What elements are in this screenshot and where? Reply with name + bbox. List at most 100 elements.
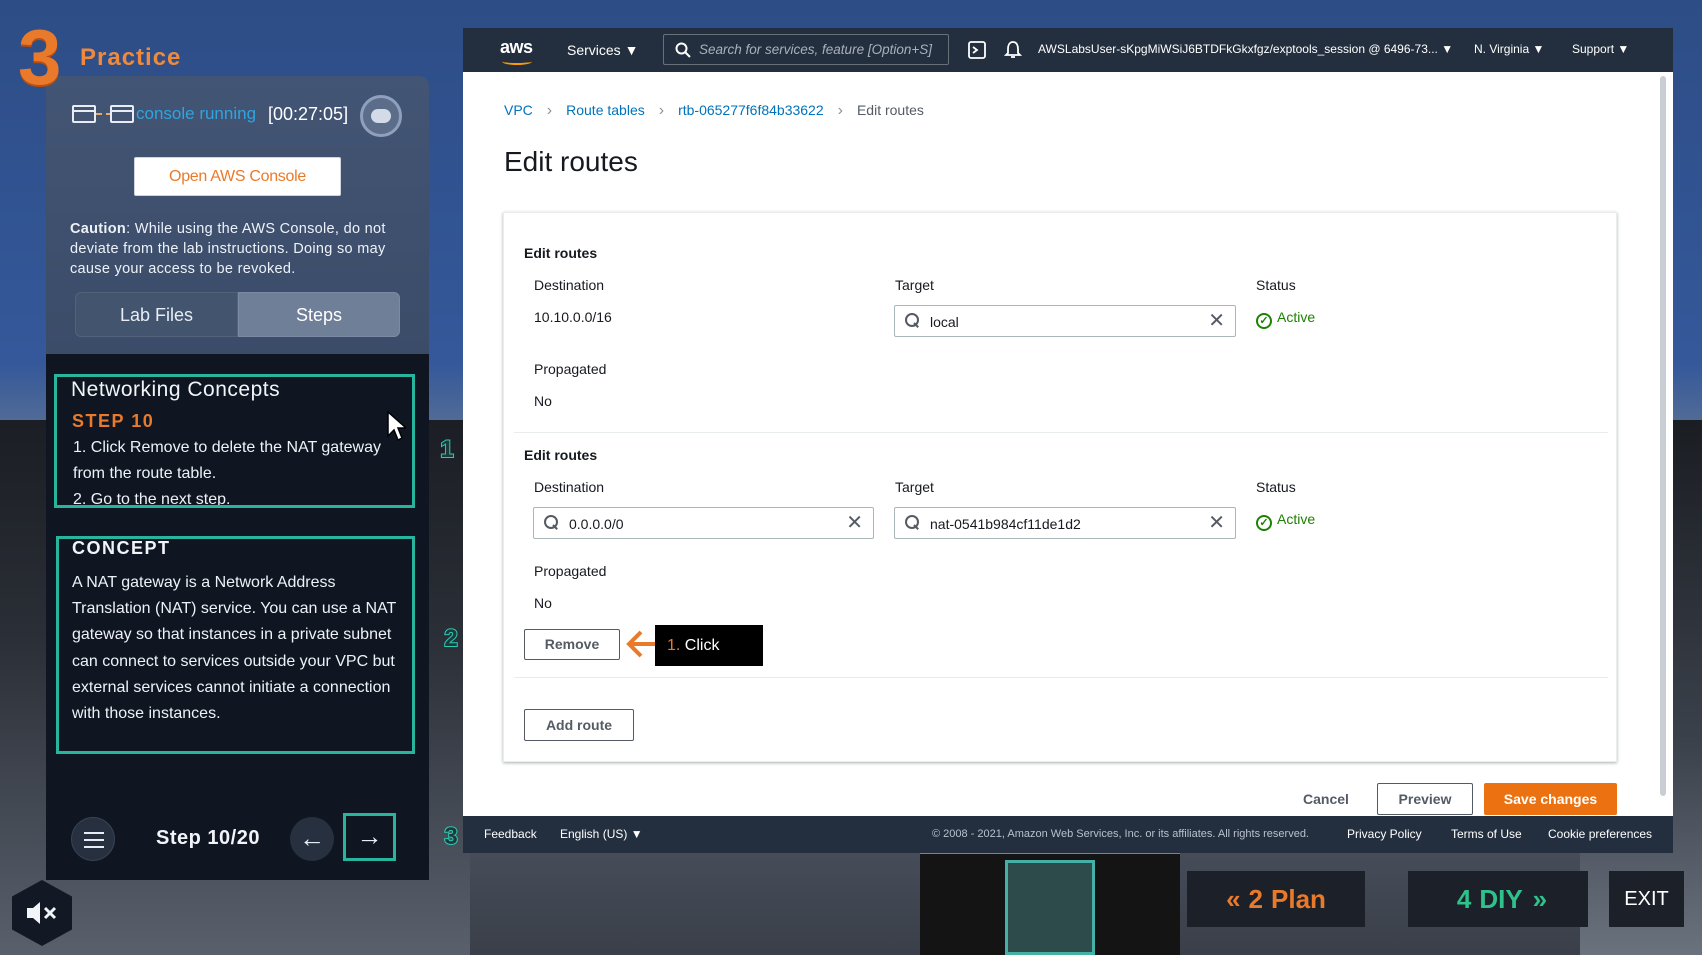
- annotation-badge-3: 3: [443, 822, 458, 851]
- breadcrumb: VPC › Route tables › rtb-065277f6f84b33622 › E…: [504, 102, 924, 120]
- privacy-policy-link[interactable]: Privacy Policy: [1347, 827, 1422, 841]
- feedback-link[interactable]: Feedback: [484, 827, 537, 841]
- divider: [514, 432, 1608, 433]
- destination-label: Destination: [534, 479, 605, 495]
- divider: [514, 677, 1608, 678]
- search-icon: [544, 515, 558, 529]
- target-label: Target: [895, 277, 934, 293]
- edit-routes-card: [503, 212, 1617, 762]
- previous-step-button[interactable]: ←: [290, 817, 334, 861]
- callout-number: 1.: [667, 637, 681, 654]
- search-icon: [905, 313, 919, 327]
- step-instruction-1: 1. Click Remove to delete the NAT gatewa…: [73, 439, 381, 482]
- support-menu[interactable]: Support ▼: [1572, 42, 1629, 56]
- pointer-cursor-icon: [387, 410, 406, 442]
- caution-label: Caution: [70, 221, 127, 237]
- step-instructions-clip: 1. Click Remove to delete the NAT gatewa…: [57, 377, 412, 505]
- clear-icon[interactable]: ✕: [1208, 310, 1225, 332]
- terms-of-use-link[interactable]: Terms of Use: [1451, 827, 1522, 841]
- services-menu[interactable]: Services ▼: [567, 42, 638, 58]
- save-changes-button[interactable]: Save changes: [1484, 783, 1617, 815]
- propagated-value: No: [534, 393, 552, 409]
- search-placeholder: Search for services, feature [Option+S]: [699, 42, 932, 57]
- caution-text: Caution: While using the AWS Console, do…: [70, 219, 406, 279]
- search-icon: [675, 42, 691, 58]
- destination-value: 10.10.0.0/16: [534, 309, 612, 325]
- concept-heading: CONCEPT: [72, 538, 171, 558]
- speaker-muted-icon: [27, 902, 57, 924]
- remove-button[interactable]: Remove: [524, 629, 620, 660]
- plan-button[interactable]: «2 Plan: [1187, 871, 1365, 927]
- arrow-left-icon: [626, 630, 655, 658]
- add-route-button[interactable]: Add route: [524, 709, 634, 741]
- target-field[interactable]: nat-0541b984cf11de1d2 ✕: [894, 507, 1236, 539]
- console-timer: [00:27:05]: [268, 104, 349, 124]
- status-badge: ✓ Active: [1256, 309, 1315, 329]
- status-label: Status: [1256, 479, 1296, 495]
- exit-button[interactable]: EXIT: [1609, 871, 1684, 927]
- background-platform-center: [1005, 860, 1095, 955]
- tab-steps[interactable]: Steps: [238, 292, 400, 337]
- step-counter: Step 10/20: [156, 827, 260, 849]
- destination-value: 0.0.0.0/0: [569, 516, 624, 532]
- preview-button[interactable]: Preview: [1377, 783, 1473, 815]
- clear-icon[interactable]: ✕: [846, 512, 863, 534]
- status-badge: ✓ Active: [1256, 511, 1315, 531]
- target-label: Target: [895, 479, 934, 495]
- annotation-badge-1: 1: [439, 435, 454, 464]
- chevron-right-icon: ›: [546, 102, 553, 119]
- open-aws-console-button[interactable]: Open AWS Console: [134, 157, 341, 196]
- breadcrumb-route-tables[interactable]: Route tables: [566, 102, 645, 118]
- steps-menu-button[interactable]: [71, 817, 115, 861]
- check-circle-icon: ✓: [1256, 313, 1272, 329]
- breadcrumb-current: Edit routes: [856, 102, 924, 118]
- aws-logo-smile: [502, 58, 532, 65]
- chevron-right-icon: ›: [658, 102, 665, 119]
- propagated-label: Propagated: [534, 563, 607, 579]
- instruction-callout: 1. Click: [655, 625, 763, 666]
- language-selector[interactable]: English (US) ▼: [560, 827, 643, 841]
- diy-label: DIY: [1479, 884, 1523, 914]
- clear-icon[interactable]: ✕: [1208, 512, 1225, 534]
- annotation-badge-2: 2: [443, 624, 458, 653]
- diy-number: 4: [1456, 884, 1472, 914]
- notifications-bell-icon[interactable]: [1004, 40, 1022, 60]
- double-chevron-right-icon: »: [1532, 884, 1548, 914]
- cancel-button[interactable]: Cancel: [1303, 791, 1349, 807]
- console-link-icon: [72, 105, 136, 125]
- account-menu[interactable]: AWSLabsUser-sKpgMiWSiJ6BTDFkGkxfgz/expto…: [1038, 42, 1453, 56]
- target-value: nat-0541b984cf11de1d2: [930, 516, 1081, 532]
- concept-text: A NAT gateway is a Network Address Trans…: [72, 574, 396, 723]
- plan-number: 2: [1248, 884, 1263, 914]
- page-title: Edit routes: [504, 146, 638, 177]
- step-instruction-2: 2. Go to the next step.: [73, 491, 231, 505]
- cookie-preferences-link[interactable]: Cookie preferences: [1548, 827, 1652, 841]
- target-field[interactable]: local ✕: [894, 305, 1236, 337]
- section-title: Practice: [80, 44, 182, 71]
- breadcrumb-vpc[interactable]: VPC: [504, 102, 533, 118]
- status-label: Status: [1256, 277, 1296, 293]
- chevron-right-icon: ›: [837, 102, 843, 119]
- destination-field[interactable]: 0.0.0.0/0 ✕: [533, 507, 874, 539]
- route-section-heading: Edit routes: [524, 447, 598, 463]
- target-value: local: [930, 314, 959, 330]
- console-status: console running: [136, 104, 257, 123]
- next-step-button[interactable]: →: [343, 813, 396, 861]
- propagated-value: No: [534, 595, 552, 611]
- cloudshell-icon[interactable]: [968, 41, 986, 59]
- cloud-close-icon[interactable]: [360, 95, 402, 137]
- aws-logo[interactable]: aws: [500, 37, 533, 58]
- copyright-text: © 2008 - 2021, Amazon Web Services, Inc.…: [932, 828, 1309, 840]
- destination-label: Destination: [534, 277, 605, 293]
- section-number-logo: 3: [18, 13, 62, 101]
- double-chevron-left-icon: «: [1226, 884, 1241, 914]
- scrollbar[interactable]: [1660, 76, 1666, 796]
- search-icon: [905, 515, 919, 529]
- diy-button[interactable]: 4 DIY »: [1408, 871, 1588, 927]
- plan-label: Plan: [1271, 884, 1326, 914]
- route-section-heading: Edit routes: [524, 245, 598, 261]
- check-circle-icon: ✓: [1256, 515, 1272, 531]
- region-selector[interactable]: N. Virginia ▼: [1474, 42, 1544, 56]
- breadcrumb-route-table-id[interactable]: rtb-065277f6f84b33622: [678, 102, 824, 118]
- tab-lab-files[interactable]: Lab Files: [75, 292, 238, 337]
